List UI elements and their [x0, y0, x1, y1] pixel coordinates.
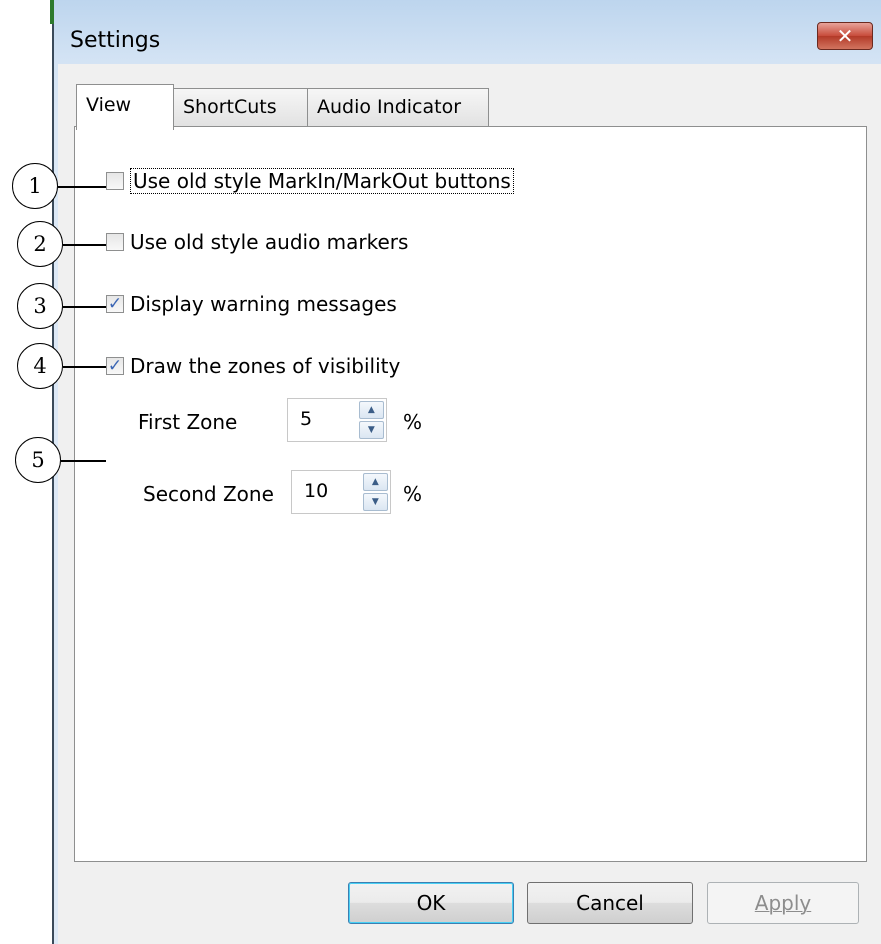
option-label: Use old style MarkIn/MarkOut buttons	[130, 168, 514, 194]
tab-shortcuts[interactable]: ShortCuts	[173, 88, 308, 126]
close-icon: ✕	[836, 24, 854, 48]
tab-view-label: View	[86, 94, 132, 116]
arrow-up-icon: ▲	[367, 405, 375, 415]
check-icon: ✓	[107, 356, 123, 376]
first-zone-value[interactable]: 5	[288, 399, 357, 441]
callout-leader-2	[63, 244, 106, 246]
spin-up-button[interactable]: ▲	[362, 473, 388, 491]
first-zone-unit: %	[403, 410, 423, 434]
second-zone-value[interactable]: 10	[292, 471, 361, 513]
checkbox-old-audio-markers[interactable]	[106, 233, 124, 251]
arrow-down-icon: ▼	[367, 425, 375, 435]
callout-3: 3	[17, 283, 63, 329]
option-label: Draw the zones of visibility	[130, 354, 401, 378]
callout-2: 2	[17, 221, 63, 267]
apply-button[interactable]: Apply	[707, 882, 859, 924]
callout-4: 4	[17, 343, 63, 389]
ok-button[interactable]: OK	[348, 882, 514, 924]
window-title: Settings	[70, 28, 161, 53]
callout-leader-1	[58, 186, 106, 188]
tab-audio-indicator[interactable]: Audio Indicator	[307, 88, 489, 126]
checkbox-draw-zones[interactable]: ✓	[106, 356, 124, 376]
tab-view[interactable]: View	[76, 84, 174, 130]
apply-label: Apply	[754, 891, 812, 915]
arrow-down-icon: ▼	[371, 497, 379, 507]
first-zone-label: First Zone	[138, 410, 238, 434]
second-zone-spinner[interactable]: 10 ▲ ▼	[291, 470, 391, 514]
second-zone-label: Second Zone	[143, 482, 274, 506]
option-draw-zones[interactable]: ✓ Draw the zones of visibility	[106, 354, 400, 378]
spin-down-button[interactable]: ▼	[358, 421, 384, 439]
tab-audio-indicator-label: Audio Indicator	[317, 96, 462, 118]
option-label: Use old style audio markers	[130, 230, 409, 254]
arrow-up-icon: ▲	[371, 477, 379, 487]
cancel-button[interactable]: Cancel	[527, 882, 693, 924]
first-zone-spinner[interactable]: 5 ▲ ▼	[287, 398, 387, 442]
callout-leader-3	[63, 306, 106, 308]
callout-leader-5	[61, 460, 106, 462]
option-old-audio-markers[interactable]: Use old style audio markers	[106, 230, 408, 254]
option-old-markin-markout[interactable]: Use old style MarkIn/MarkOut buttons	[106, 168, 514, 194]
checkbox-display-warnings[interactable]: ✓	[106, 294, 124, 314]
callout-5: 5	[15, 437, 61, 483]
callout-1: 1	[12, 163, 58, 209]
second-zone-unit: %	[403, 482, 423, 506]
check-icon: ✓	[107, 294, 123, 314]
tab-shortcuts-label: ShortCuts	[183, 96, 277, 118]
option-label: Display warning messages	[130, 292, 397, 316]
spin-up-button[interactable]: ▲	[358, 401, 384, 419]
checkbox-old-markin-markout[interactable]	[106, 172, 124, 190]
option-display-warnings[interactable]: ✓ Display warning messages	[106, 292, 397, 316]
close-button[interactable]: ✕	[817, 22, 873, 50]
spin-down-button[interactable]: ▼	[362, 493, 388, 511]
callout-leader-4	[63, 366, 106, 368]
